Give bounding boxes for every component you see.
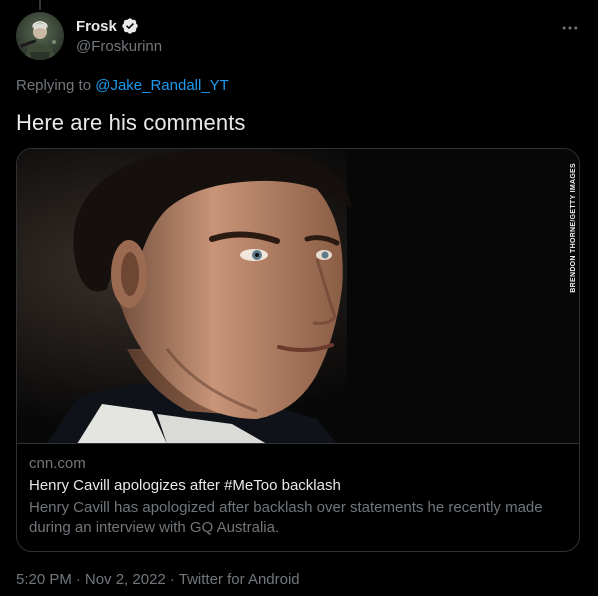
article-photo bbox=[17, 149, 579, 443]
photo-credit: BRENDON THORNE/GETTY IMAGES bbox=[570, 163, 577, 293]
author-handle[interactable]: @Froskurinn bbox=[76, 38, 162, 55]
verified-badge-icon bbox=[122, 18, 138, 34]
more-horizontal-icon[interactable] bbox=[560, 18, 580, 38]
card-image-container: BRENDON THORNE/GETTY IMAGES bbox=[17, 149, 579, 444]
card-title[interactable]: Henry Cavill apologizes after #MeToo bac… bbox=[29, 475, 567, 497]
avatar[interactable] bbox=[16, 12, 64, 60]
tweet-header: Frosk @Froskurinn bbox=[16, 12, 582, 62]
author-names: Frosk @Froskurinn bbox=[76, 16, 162, 56]
tweet-time[interactable]: 5:20 PM bbox=[16, 571, 72, 588]
display-name-row: Frosk bbox=[76, 16, 162, 36]
card-description: Henry Cavill has apologized after backla… bbox=[29, 499, 543, 536]
avatar-image bbox=[16, 12, 64, 60]
card-body: cnn.com Henry Cavill apologizes after #M… bbox=[17, 444, 579, 538]
replying-to-handle-link[interactable]: @Jake_Randall_YT bbox=[95, 77, 229, 94]
tweet-meta: 5:20 PM · Nov 2, 2022 · Twitter for Android bbox=[16, 571, 300, 588]
replying-to: Replying to @Jake_Randall_YT bbox=[16, 77, 229, 94]
tweet-text: Here are his comments bbox=[16, 110, 246, 135]
thread-connector-line bbox=[39, 0, 41, 10]
tweet-date[interactable]: Nov 2, 2022 bbox=[85, 571, 166, 588]
meta-separator: · bbox=[75, 571, 81, 588]
display-name[interactable]: Frosk bbox=[76, 18, 117, 35]
link-preview-card[interactable]: BRENDON THORNE/GETTY IMAGES cnn.com Henr… bbox=[16, 148, 580, 552]
meta-separator: · bbox=[169, 571, 175, 588]
tweet-client[interactable]: Twitter for Android bbox=[179, 571, 300, 588]
card-domain: cnn.com bbox=[29, 455, 86, 472]
replying-to-label: Replying to bbox=[16, 77, 92, 94]
